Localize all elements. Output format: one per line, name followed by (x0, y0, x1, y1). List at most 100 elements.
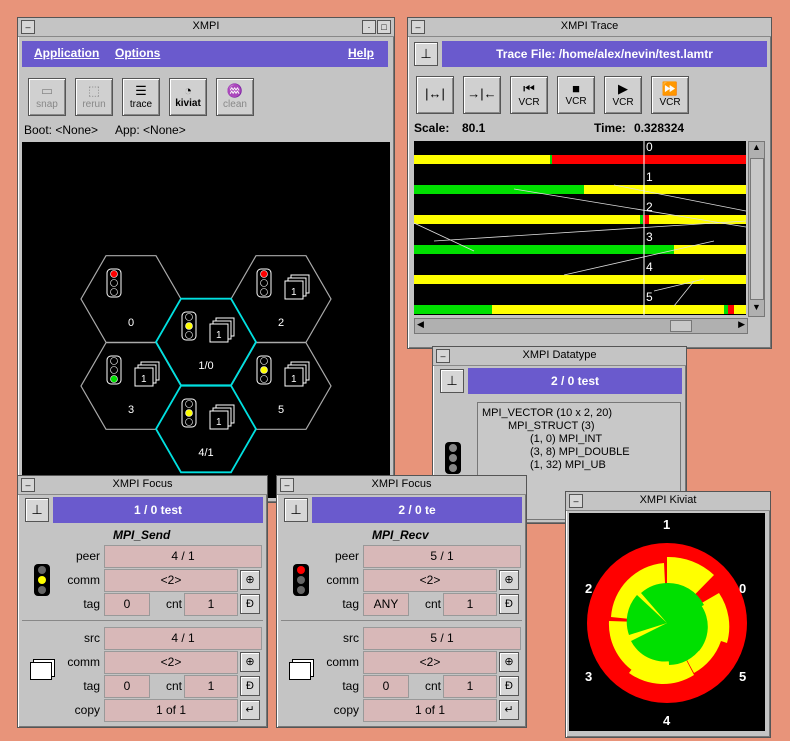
comm-button-2[interactable]: ⊕ (240, 652, 260, 672)
tag-field-2[interactable]: 0 (363, 675, 409, 698)
comm-button[interactable]: ⊕ (499, 570, 519, 590)
focus-header: 1 / 0 test (53, 497, 263, 523)
scroll-left-icon[interactable]: ◀ (417, 319, 424, 330)
node-hex-map: 0 1 2 1 3 1 5 1 1/0 1 4/1 (80, 255, 332, 474)
comm-field[interactable]: <2> (104, 569, 238, 592)
comm-label: comm (326, 573, 359, 587)
cnt-field-2[interactable]: 1 (184, 675, 238, 698)
datatype-header: 2 / 0 test (468, 368, 682, 394)
queue-count: 1 (216, 417, 222, 428)
trace-button[interactable]: ☰ trace (122, 78, 160, 116)
copy-button[interactable]: ↵ (499, 700, 519, 720)
queue-count: 1 (216, 330, 222, 341)
queue-count: 1 (141, 374, 147, 385)
scroll-down-icon[interactable]: ▼ (749, 302, 764, 316)
horizontal-scrollbar[interactable]: ◀ ▶ (414, 318, 748, 334)
maximize-button[interactable]: □ (377, 20, 391, 34)
comm-label-2: comm (326, 655, 359, 669)
node-canvas[interactable]: 0 1 2 1 3 1 5 1 1/0 1 4/1 (22, 142, 390, 498)
scale-label: Scale: (414, 121, 450, 135)
time-value: 0.328324 (634, 121, 685, 135)
copy-button[interactable]: ↵ (240, 700, 260, 720)
vcr-rewind-button[interactable]: ⏮ VCR (510, 76, 548, 114)
trace-canvas[interactable]: 0 1 2 3 4 5 (413, 140, 747, 315)
rank-label-3: 3 (646, 230, 653, 244)
light-green (110, 288, 118, 296)
title-bar[interactable]: – XMPI · □ (18, 18, 394, 37)
tag-field[interactable]: 0 (104, 593, 150, 616)
kiviat-label-1: 1 (663, 517, 670, 532)
stop-icon: ■ (572, 81, 580, 96)
message-queue-icon (289, 662, 311, 680)
vcr-stop-button[interactable]: ■ VCR (557, 76, 595, 114)
pin-button[interactable]: ⊥ (25, 498, 49, 522)
cnt-field-2[interactable]: 1 (443, 675, 497, 698)
copy-field[interactable]: 1 of 1 (363, 699, 497, 722)
title-bar[interactable]: – XMPI Focus (18, 476, 267, 495)
snapshot-icon: ▭ (40, 83, 54, 98)
scroll-right-icon[interactable]: ▶ (738, 319, 745, 330)
pin-button[interactable]: ⊥ (414, 42, 438, 66)
cnt-field[interactable]: 1 (184, 593, 238, 616)
menu-application[interactable]: Application (34, 46, 99, 60)
kiviat-canvas: 1 0 5 4 3 2 (569, 513, 765, 731)
rank-label-0: 0 (646, 141, 653, 154)
pin-button[interactable]: ⊥ (284, 498, 308, 522)
datatype-button-2[interactable]: Ɖ (499, 676, 519, 696)
comm-field-2[interactable]: <2> (104, 651, 238, 674)
light-yellow (260, 366, 268, 374)
comm-button-2[interactable]: ⊕ (499, 652, 519, 672)
kiviat-label-4: 4 (663, 713, 671, 728)
zoom-out-button[interactable]: |↔| (416, 76, 454, 114)
light-yellow (260, 279, 268, 287)
src-field[interactable]: 4 / 1 (104, 627, 262, 650)
comm-field-2[interactable]: <2> (363, 651, 497, 674)
datatype-button[interactable]: Ɖ (240, 594, 260, 614)
vertical-scrollbar[interactable]: ▲ ▼ (748, 141, 765, 317)
light-green (260, 375, 268, 383)
peer-field[interactable]: 4 / 1 (104, 545, 262, 568)
scroll-thumb-h[interactable] (670, 320, 692, 332)
datatype-button[interactable]: Ɖ (499, 594, 519, 614)
zoom-in-button[interactable]: →|← (463, 76, 501, 114)
peer-label: peer (334, 549, 359, 563)
scroll-thumb[interactable] (750, 158, 764, 300)
comm-field[interactable]: <2> (363, 569, 497, 592)
copy-field[interactable]: 1 of 1 (104, 699, 238, 722)
datatype-icon: Ɖ (505, 680, 513, 692)
pin-button[interactable]: ⊥ (440, 369, 464, 393)
cnt-label: cnt (165, 597, 182, 611)
tag-label-2: tag (342, 679, 359, 693)
title-bar[interactable]: – XMPI Kiviat (566, 492, 770, 511)
scroll-up-icon[interactable]: ▲ (749, 142, 764, 156)
divider (22, 620, 263, 621)
xmpi-main-window: – XMPI · □ Application Options Help ▭ sna… (17, 17, 395, 503)
peer-field[interactable]: 5 / 1 (363, 545, 521, 568)
menu-options[interactable]: Options (115, 46, 160, 60)
title-bar[interactable]: – XMPI Datatype (433, 347, 686, 366)
trace-icon: ☰ (135, 83, 147, 98)
clean-button[interactable]: ♒ clean (216, 78, 254, 116)
vcr-fast-forward-button[interactable]: ⏩ VCR (651, 76, 689, 114)
datatype-button-2[interactable]: Ɖ (240, 676, 260, 696)
src-field[interactable]: 5 / 1 (363, 627, 521, 650)
tag-field-2[interactable]: 0 (104, 675, 150, 698)
window-title: XMPI Trace (560, 20, 619, 32)
kiviat-button[interactable]: ◔ kiviat (169, 78, 207, 116)
cnt-field[interactable]: 1 (443, 593, 497, 616)
comm-label: comm (67, 573, 100, 587)
comm-button[interactable]: ⊕ (240, 570, 260, 590)
vcr-play-button[interactable]: ▶ VCR (604, 76, 642, 114)
comm-icon: ⊕ (245, 574, 255, 586)
return-icon: ↵ (504, 704, 514, 716)
title-bar[interactable]: – XMPI Focus (277, 476, 526, 495)
rerun-button[interactable]: ⬚ rerun (75, 78, 113, 116)
menu-help[interactable]: Help (348, 46, 374, 60)
snap-button[interactable]: ▭ snap (28, 78, 66, 116)
tag-field[interactable]: ANY (363, 593, 409, 616)
title-bar[interactable]: – XMPI Trace (408, 18, 771, 37)
pin-icon: ⊥ (31, 502, 43, 517)
minimize-button[interactable]: · (362, 20, 376, 34)
light-yellow (185, 322, 193, 330)
comm-icon: ⊕ (504, 574, 514, 586)
